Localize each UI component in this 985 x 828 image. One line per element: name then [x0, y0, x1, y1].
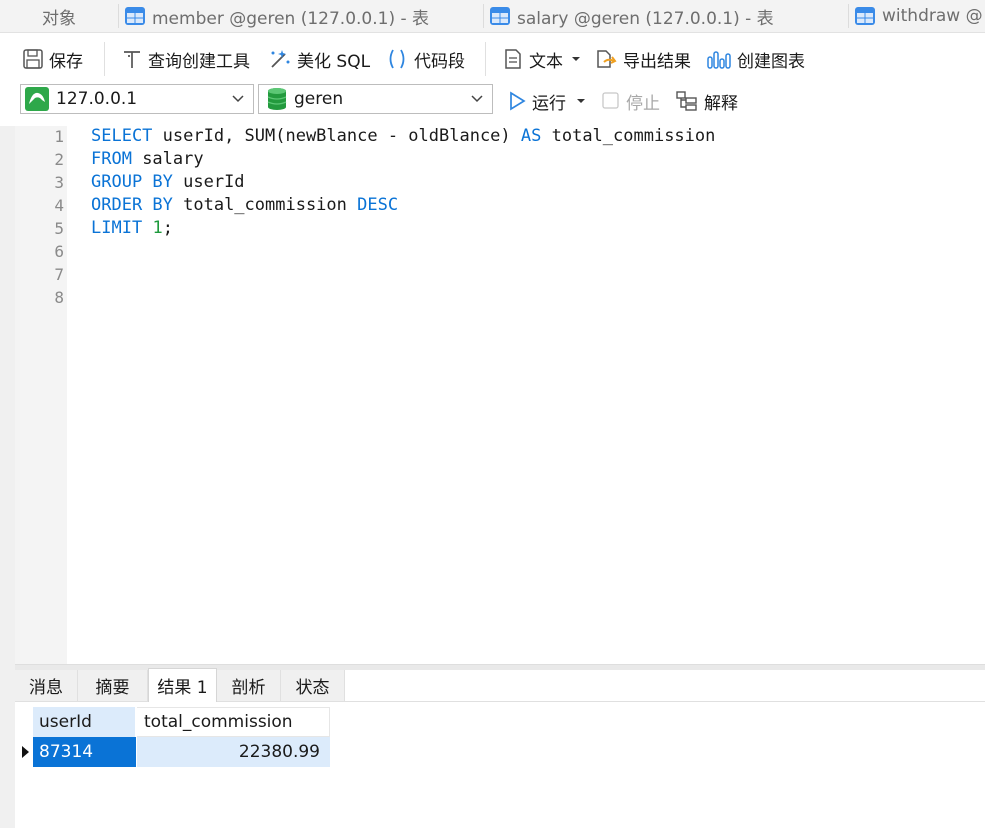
sql-keyword: GROUP BY — [91, 172, 173, 192]
connection-value: 127.0.0.1 — [56, 89, 138, 109]
export-icon — [597, 50, 617, 68]
left-panel-strip — [0, 126, 15, 828]
tab-messages[interactable]: 消息 — [15, 670, 78, 701]
save-icon — [23, 49, 43, 69]
chevron-down-icon — [232, 95, 244, 103]
connection-select[interactable]: 127.0.0.1 — [20, 84, 254, 114]
create-chart-button[interactable]: 创建图表 — [706, 44, 805, 74]
query-builder-button[interactable]: 查询创建工具 — [121, 44, 250, 74]
current-row-indicator-icon — [16, 737, 33, 767]
tab-summary[interactable]: 摘要 — [78, 670, 148, 701]
export-results-button[interactable]: 导出结果 — [594, 44, 691, 74]
chevron-down-icon — [471, 95, 483, 103]
database-select[interactable]: geren — [258, 84, 493, 114]
code-line: LIMIT 1; — [91, 217, 173, 240]
tab-withdraw-table[interactable]: withdraw @ — [848, 0, 985, 32]
result-tabs: 消息 摘要 结果 1 剖析 状态 — [15, 668, 985, 702]
sql-keyword: ORDER BY — [91, 195, 173, 215]
code-line: FROM salary — [91, 148, 204, 171]
sql-token: salary — [131, 149, 204, 169]
line-number: 2 — [54, 150, 64, 169]
sql-token: total_commission — [172, 195, 358, 215]
column-header-userid[interactable]: userId — [33, 707, 136, 737]
mysql-connection-icon — [25, 87, 49, 111]
table-icon — [125, 7, 145, 25]
table-icon — [490, 7, 510, 25]
sql-token: userId, SUM(newBlance - oldBlance) — [152, 126, 521, 146]
database-value: geren — [294, 89, 344, 109]
sql-keyword: AS — [520, 126, 542, 146]
line-number: 7 — [54, 265, 64, 284]
run-button[interactable]: 运行 — [507, 86, 588, 116]
tab-salary-table[interactable]: salary @geren (127.0.0.1) - 表 — [483, 0, 848, 32]
save-button[interactable]: 保存 — [22, 44, 83, 74]
chart-icon — [707, 51, 731, 69]
parentheses-icon — [389, 49, 405, 69]
tab-bar: 对象 member @geren (127.0.0.1) - 表 salary … — [0, 0, 985, 33]
line-number: 5 — [54, 219, 64, 238]
stop-button[interactable]: 停止 — [601, 86, 660, 116]
tab-objects[interactable]: 对象 — [0, 0, 118, 32]
row-header-corner — [16, 707, 33, 737]
toolbar-separator — [485, 42, 486, 76]
toolbar-separator — [104, 42, 105, 76]
sql-keyword: LIMIT — [91, 218, 143, 238]
tab-label: withdraw @ — [882, 6, 983, 26]
beautify-sql-button[interactable]: 美化 SQL — [268, 44, 370, 74]
explain-button[interactable]: 解释 — [675, 86, 738, 116]
dropdown-arrow-icon — [572, 57, 580, 61]
tab-profile[interactable]: 剖析 — [217, 670, 281, 701]
line-number: 4 — [54, 196, 64, 215]
column-header-total-commission[interactable]: total_commission — [137, 707, 330, 737]
line-number: 1 — [54, 127, 64, 146]
line-number: 3 — [54, 173, 64, 192]
sql-token: ; — [162, 218, 173, 238]
table-icon — [855, 7, 875, 25]
tab-label: salary @geren (127.0.0.1) - 表 — [517, 8, 774, 29]
play-icon — [510, 91, 526, 111]
code-snippet-button[interactable]: 代码段 — [385, 44, 465, 74]
sql-number: 1 — [152, 218, 163, 238]
table-cell-userid[interactable]: 87314 — [33, 737, 136, 767]
explain-icon — [676, 91, 697, 111]
toolbar: 保存 查询创建工具 美化 SQL 代码段 文本 导出结果 创建图表 — [0, 34, 985, 84]
magic-wand-icon — [271, 50, 290, 68]
sql-token: userId — [172, 172, 245, 192]
document-icon — [505, 49, 521, 69]
line-number: 6 — [54, 242, 64, 261]
sql-keyword: DESC — [357, 195, 399, 215]
dropdown-arrow-icon — [577, 99, 585, 103]
sql-keyword: SELECT — [91, 126, 153, 146]
stop-icon — [602, 92, 619, 109]
database-icon — [267, 88, 287, 110]
tab-member-table[interactable]: member @geren (127.0.0.1) - 表 — [118, 0, 483, 32]
tab-status[interactable]: 状态 — [281, 670, 345, 701]
sql-keyword: FROM — [91, 149, 132, 169]
table-cell-total-commission[interactable]: 22380.99 — [137, 737, 330, 767]
tab-label: member @geren (127.0.0.1) - 表 — [152, 8, 430, 29]
query-builder-icon — [124, 51, 140, 68]
code-line: SELECT userId, SUM(newBlance - oldBlance… — [91, 125, 715, 148]
text-mode-button[interactable]: 文本 — [502, 44, 583, 74]
code-line: GROUP BY userId — [91, 171, 245, 194]
tab-result-1[interactable]: 结果 1 — [148, 668, 217, 702]
tab-label: 对象 — [42, 8, 76, 29]
sql-token: total_commission — [541, 126, 716, 146]
line-number: 8 — [54, 288, 64, 307]
code-line: ORDER BY total_commission DESC — [91, 194, 398, 217]
